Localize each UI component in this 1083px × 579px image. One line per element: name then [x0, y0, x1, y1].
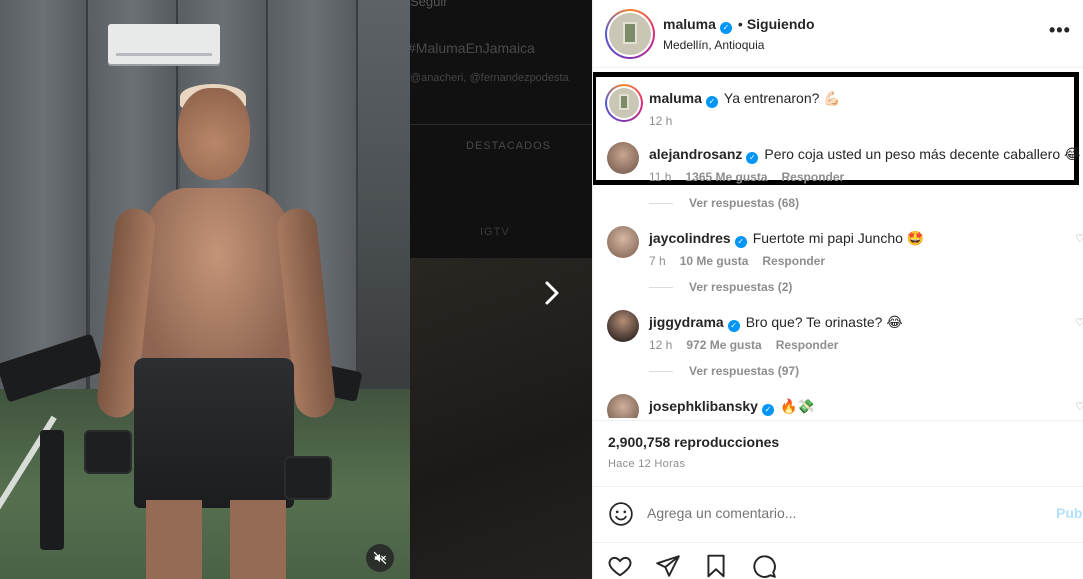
- action-bar: [593, 542, 1083, 579]
- dumbbell: [84, 430, 132, 474]
- reply-button[interactable]: Responder: [762, 254, 825, 268]
- comment-time[interactable]: 12 h: [649, 338, 672, 352]
- commenter-avatar[interactable]: [605, 84, 643, 122]
- following-button[interactable]: Siguiendo: [747, 16, 815, 32]
- comment-likes[interactable]: 1365 Me gusta: [685, 170, 767, 184]
- comment-text: Pero coja usted un peso más decente caba…: [764, 146, 1081, 162]
- comment-time[interactable]: 7 h: [649, 254, 666, 268]
- comment-likes[interactable]: 972 Me gusta: [686, 338, 761, 352]
- backdrop-follow-text: Seguir: [410, 0, 448, 9]
- like-comment-icon[interactable]: ♡: [1075, 232, 1083, 245]
- verified-icon: ✓: [705, 96, 718, 108]
- comment-time[interactable]: 11 h: [649, 170, 671, 184]
- comment-icon[interactable]: [751, 553, 777, 579]
- more-options-icon[interactable]: •••: [1049, 20, 1071, 41]
- comment-username[interactable]: maluma: [649, 90, 702, 106]
- commenter-avatar[interactable]: [607, 394, 639, 418]
- backdrop-hashtag: #MalumaEnJamaica: [410, 40, 535, 56]
- like-comment-icon[interactable]: ♡: [1075, 316, 1083, 329]
- comment-username[interactable]: alejandrosanz: [649, 146, 742, 162]
- reply-button[interactable]: Responder: [782, 170, 845, 184]
- comment-item: alejandrosanz ✓ Pero coja usted un peso má…: [607, 142, 1081, 184]
- post-timestamp[interactable]: Hace 12 Horas: [608, 458, 685, 470]
- comment-username[interactable]: josephklibansky: [649, 398, 758, 414]
- share-icon[interactable]: [655, 553, 681, 579]
- comment-likes[interactable]: 10 Me gusta: [680, 254, 749, 268]
- comment-text: 🔥💸: [779, 398, 815, 414]
- bench-leg: [40, 430, 64, 550]
- post-location[interactable]: Medellín, Antioquia: [663, 38, 764, 52]
- author-avatar[interactable]: [605, 9, 655, 59]
- verified-icon: ✓: [734, 236, 747, 248]
- view-count[interactable]: 2,900,758 reproducciones: [608, 434, 779, 450]
- view-replies-button[interactable]: Ver respuestas (2): [649, 280, 792, 294]
- mute-button[interactable]: [366, 544, 394, 572]
- backdrop-tags: @anacheri, @fernandezpodesta: [410, 72, 569, 84]
- separator-dot: •: [737, 16, 743, 32]
- author-username[interactable]: maluma: [663, 16, 716, 32]
- like-comment-icon[interactable]: ♡: [1075, 400, 1083, 413]
- comment-text: Fuertote mi papi Juncho 🤩: [752, 230, 925, 246]
- verified-icon: ✓: [761, 404, 774, 416]
- heart-icon[interactable]: [607, 553, 633, 579]
- verified-icon: ✓: [746, 152, 759, 164]
- backdrop-divider: [410, 124, 592, 125]
- comments-list[interactable]: maluma ✓ Ya entrenaron? 💪🏻 12 h alejandros…: [593, 70, 1083, 418]
- post-header: maluma ✓ • Siguiendo Medellín, Antioquia ••…: [593, 0, 1083, 68]
- comment-item: jiggydrama ✓ Bro que? Te orinaste? 😂 12 h 9…: [607, 310, 1083, 352]
- post-stats: 2,900,758 reproducciones Hace 12 Horas: [593, 420, 1083, 486]
- publish-button[interactable]: Publicar: [1056, 505, 1083, 521]
- tab-igtv: IGTV: [480, 226, 510, 238]
- tab-highlights: DESTACADOS: [466, 140, 551, 152]
- verified-icon: ✓: [719, 22, 732, 34]
- comment-input[interactable]: [647, 505, 1027, 521]
- comment-composer: Publicar: [593, 486, 1083, 542]
- comment-text: Ya entrenaron? 💪🏻: [723, 90, 841, 106]
- comment-username[interactable]: jiggydrama: [649, 314, 724, 330]
- volume-off-icon: [373, 551, 387, 565]
- bookmark-icon[interactable]: [703, 553, 729, 579]
- comment-item: maluma ✓ Ya entrenaron? 💪🏻 12 h: [605, 84, 1077, 128]
- view-replies-button[interactable]: Ver respuestas (68): [649, 196, 799, 210]
- emoji-icon[interactable]: [608, 501, 634, 527]
- next-post-button[interactable]: [538, 278, 566, 308]
- comment-item: jaycolindres ✓ Fuertote mi papi Juncho 🤩 7…: [607, 226, 1083, 268]
- commenter-avatar[interactable]: [607, 310, 639, 342]
- commenter-avatar[interactable]: [607, 142, 639, 174]
- view-replies-button[interactable]: Ver respuestas (97): [649, 364, 799, 378]
- verified-icon: ✓: [727, 320, 740, 332]
- comment-item: josephklibansky ✓ 🔥💸 ♡: [607, 394, 1083, 418]
- reply-button[interactable]: Responder: [776, 338, 839, 352]
- comment-time[interactable]: 12 h: [649, 114, 672, 128]
- dumbbell: [284, 456, 332, 500]
- athlete-figure: [95, 84, 337, 579]
- commenter-avatar[interactable]: [607, 226, 639, 258]
- post-side-panel: maluma ✓ • Siguiendo Medellín, Antioquia ••…: [592, 0, 1083, 579]
- post-video[interactable]: [0, 0, 410, 579]
- comment-text: Bro que? Te orinaste? 😂: [745, 314, 903, 330]
- comment-username[interactable]: jaycolindres: [649, 230, 731, 246]
- chevron-right-icon: [545, 281, 559, 305]
- air-conditioner: [108, 24, 220, 64]
